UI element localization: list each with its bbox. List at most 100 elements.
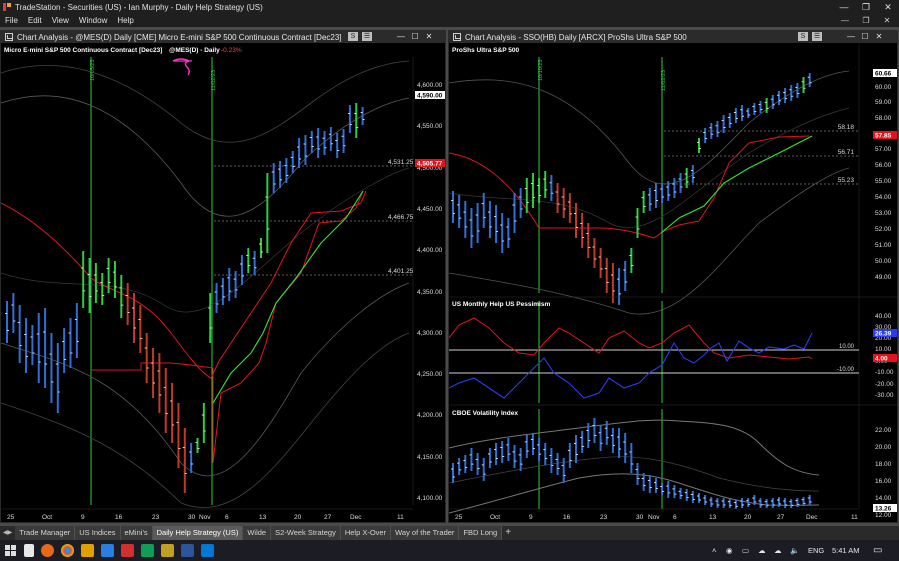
date-tick: 6 [225,514,229,521]
vix-tick: 18.00 [875,461,892,468]
right-last-price-text: 60.66 [875,71,892,78]
close-icon[interactable]: ✕ [877,0,899,14]
left-chart-minimize-icon[interactable]: — [395,31,407,43]
app-green-icon[interactable] [141,544,154,557]
left-chart-window-title: Chart Analysis - @MES(D) Daily [CME] Mic… [17,32,342,42]
workspace-close-icon[interactable]: ✕ [877,14,897,27]
chrome-icon[interactable] [61,544,74,557]
left-level-label: 4,401.25 [388,268,414,275]
red-line-tag-text: 4,505.77 [417,161,443,168]
left-chart-window[interactable]: Chart Analysis - @MES(D) Daily [CME] Mic… [0,30,446,523]
outlook-icon[interactable] [201,544,214,557]
tab-eminis[interactable]: eMini's [120,526,153,540]
price-tick: 4,400.00 [417,247,443,254]
indicator-level-label: -10.00 [837,367,855,373]
price-tick: 58.00 [875,115,892,122]
date-tick: 11 [397,514,404,521]
date-tick: 11 [851,514,858,521]
menu-edit[interactable]: Edit [28,16,42,25]
vix-tick: 20.00 [875,444,892,451]
minimize-icon[interactable]: — [833,0,855,14]
tab-s2-week-strategy[interactable]: S2-Week Strategy [271,526,341,540]
price-tick: 54.00 [875,194,892,201]
app-red-icon[interactable] [121,544,134,557]
left-chart-canvas[interactable]: Micro E-mini S&P 500 Continuous Contract… [1,43,445,523]
menu-file[interactable]: File [5,16,18,25]
workspace-restore-icon[interactable]: ❐ [856,14,876,27]
menu-window[interactable]: Window [79,16,107,25]
price-tick: 57.00 [875,146,892,153]
date-tick: Dec [806,514,818,521]
left-chart-maximize-icon[interactable]: ☐ [409,31,421,43]
word-icon[interactable] [181,544,194,557]
language-indicator[interactable]: ENG [808,540,824,561]
right-vline-label: 11/02/23 [661,70,667,91]
price-tick: 4,200.00 [417,412,443,419]
price-tick: 4,600.00 [417,82,443,89]
left-chart-link-button[interactable]: S [348,32,358,41]
tab-wilde[interactable]: Wilde [243,526,272,540]
add-tab-icon[interactable]: + [502,526,514,540]
date-tick: 9 [529,514,533,521]
price-tick: 49.00 [875,274,892,281]
right-red-line-text: 57.85 [875,133,892,140]
right-chart-minimize-icon[interactable]: — [845,31,857,43]
tradestation-logo-icon [2,2,12,12]
tray-app-icon[interactable]: ◉ [726,540,733,561]
restore-icon[interactable]: ❐ [855,0,877,14]
tray-chevron-icon[interactable]: ˄ [712,540,716,561]
tab-us-indices[interactable]: US Indices [75,526,121,540]
right-chart-window[interactable]: Chart Analysis - SSO(HB) Daily [ARCX] Pr… [448,30,898,523]
left-level-label: 4,531.25 [388,159,414,166]
price-tick: 4,300.00 [417,330,443,337]
left-chart-titlebar[interactable]: Chart Analysis - @MES(D) Daily [CME] Mic… [1,31,445,43]
left-chart-grid-button[interactable]: ☰ [362,32,372,41]
volume-icon[interactable]: 🔈 [790,540,799,561]
vix-tick: 22.00 [875,427,892,434]
menu-bar: File Edit View Window Help [0,14,899,27]
tab-daily-help-strategy[interactable]: Daily Help Strategy (US) [152,526,244,540]
right-chart-close-icon[interactable]: ✕ [873,31,885,43]
onedrive-icon[interactable]: ☁ [774,540,782,561]
right-chart-maximize-icon[interactable]: ☐ [859,31,871,43]
file-explorer-icon[interactable] [24,544,34,557]
chart-window-icon [453,33,461,41]
right-chart-titlebar[interactable]: Chart Analysis - SSO(HB) Daily [ARCX] Pr… [449,31,897,43]
left-chart-header-name: Micro E-mini S&P 500 Continuous Contract… [4,47,162,54]
indicator-tick: -20.00 [875,381,894,388]
tab-fbd-long[interactable]: FBD Long [459,526,503,540]
cloud-icon[interactable]: ☁ [758,540,766,561]
indicator-title: US Monthly Help US Pessimism [452,301,550,308]
tab-trade-manager[interactable]: Trade Manager [15,526,76,540]
workspace-minimize-icon[interactable]: — [835,14,855,27]
indicator-tick: -10.00 [875,369,894,376]
folder-icon[interactable] [81,544,94,557]
menu-view[interactable]: View [52,16,69,25]
price-tick: 55.00 [875,178,892,185]
tab-way-of-the-trader[interactable]: Way of the Trader [391,526,460,540]
date-tick: Nov [648,514,660,521]
tab-help-x-over[interactable]: Help X-Over [340,526,392,540]
date-tick: 25 [7,514,15,521]
network-icon[interactable]: ▭ [742,540,749,561]
app-yellow-icon[interactable] [161,544,174,557]
indicator-tick: 10.00 [875,346,892,353]
windows-start-icon[interactable] [4,544,17,557]
menu-help[interactable]: Help [117,16,133,25]
indicator-tick: 40.00 [875,313,892,320]
right-chart-grid-button[interactable]: ☰ [812,32,822,41]
tab-scroll-arrows-icon[interactable]: ◀▶ [0,526,15,540]
right-chart-link-button[interactable]: S [798,32,808,41]
price-tick: 4,450.00 [417,206,443,213]
date-tick: 27 [777,514,785,521]
right-chart-canvas[interactable]: ProShs Ultra S&P 500 10/10/23 11/02/23 6… [449,43,897,523]
tradestation-taskbar-icon[interactable] [101,544,114,557]
firefox-icon[interactable] [41,544,54,557]
chart-window-icon [5,33,13,41]
price-tick: 51.00 [875,242,892,249]
clock[interactable]: 5:41 AM [832,540,860,561]
left-chart-close-icon[interactable]: ✕ [423,31,435,43]
price-tick: 4,250.00 [417,371,443,378]
notification-icon[interactable]: ▭ [873,540,882,561]
date-tick: 20 [294,514,302,521]
